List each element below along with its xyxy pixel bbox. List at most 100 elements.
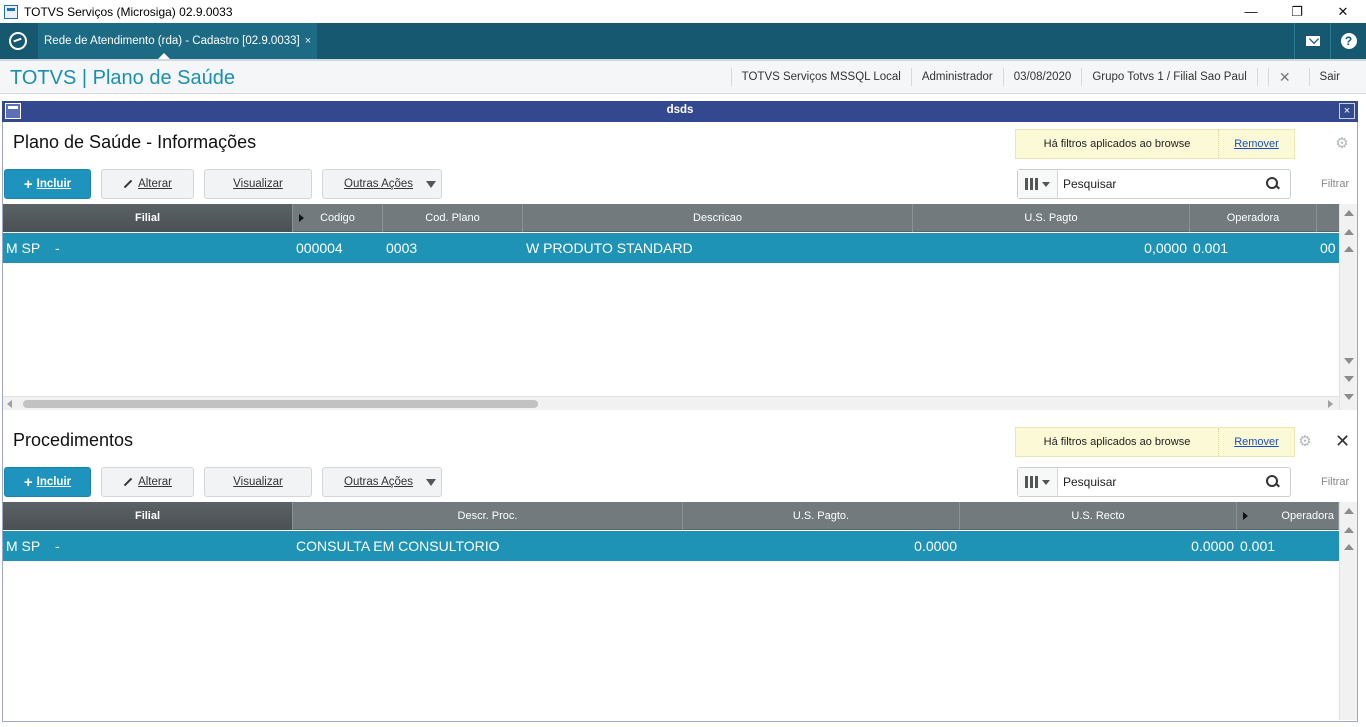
chevron-down-icon — [426, 180, 436, 188]
cell-sep: - — [55, 240, 60, 256]
scroll-bottom-icon[interactable] — [1344, 394, 1354, 400]
scroll-up-icon[interactable] — [1344, 544, 1354, 550]
visualizar-button[interactable]: Visualizar — [204, 169, 312, 199]
tab-rede-atendimento[interactable]: Rede de Atendimento (rda) - Cadastro [02… — [38, 23, 318, 59]
server-info: TOTVS Serviços MSSQL Local — [730, 68, 911, 86]
search-input[interactable]: Pesquisar — [1058, 475, 1266, 489]
scroll-thumb[interactable] — [23, 400, 538, 408]
dialog-close-button[interactable]: × — [1339, 103, 1355, 119]
filter-notice-text: Há filtros aplicados ao browse — [1016, 130, 1219, 158]
columns-icon — [1025, 476, 1038, 488]
exit-label: Sair — [1308, 68, 1350, 86]
outras-acoes-dropdown[interactable]: Outras Ações — [322, 169, 442, 199]
filter-notice-text: Há filtros aplicados ao browse — [1016, 428, 1219, 456]
close-panel-icon[interactable]: ✕ — [1335, 432, 1350, 450]
col-us-pagto[interactable]: U.S. Pagto — [913, 204, 1190, 232]
cell-extra: 00 — [1320, 240, 1336, 256]
browse1-vertical-scrollbar[interactable] — [1339, 204, 1357, 410]
scroll-top-icon[interactable] — [1344, 210, 1354, 216]
col-overflow[interactable] — [1317, 204, 1339, 232]
scroll-page-down-icon[interactable] — [1344, 376, 1354, 382]
search-input[interactable]: Pesquisar — [1058, 177, 1266, 191]
filtrar-link[interactable]: Filtrar — [1321, 476, 1349, 488]
search-icon[interactable] — [1266, 177, 1280, 191]
browse2-vertical-scrollbar[interactable] — [1339, 502, 1357, 720]
totvs-logo-icon[interactable] — [9, 32, 27, 50]
minimize-button[interactable]: — — [1228, 0, 1274, 23]
window-title: TOTVS Serviços (Microsiga) 02.9.0033 — [24, 4, 233, 19]
company-info: Grupo Totvs 1 / Filial Sao Paul — [1081, 68, 1256, 86]
scroll-right-icon[interactable] — [1328, 400, 1333, 408]
browse1-title: Plano de Saúde - Informações — [13, 132, 257, 152]
remove-filter-link[interactable]: Remover — [1219, 436, 1294, 448]
pencil-icon — [123, 477, 133, 487]
brand-title: TOTVS | Plano de Saúde — [10, 67, 235, 89]
cell-filial: M SP — [6, 240, 41, 256]
help-button[interactable]: ? — [1330, 23, 1366, 59]
search-icon[interactable] — [1266, 475, 1280, 489]
visualizar-label: Visualizar — [233, 178, 283, 190]
visualizar-button[interactable]: Visualizar — [204, 467, 312, 497]
incluir-button[interactable]: + Incluir — [4, 467, 91, 497]
close-icon: ✕ — [1267, 68, 1301, 86]
alterar-button[interactable]: Alterar — [101, 169, 194, 199]
cell-operadora: 0.001 — [1193, 240, 1229, 256]
column-marker-icon — [299, 214, 304, 222]
chevron-down-icon — [1042, 181, 1050, 187]
cell-operadora: 0.001 — [1240, 538, 1276, 554]
pencil-icon — [123, 179, 133, 189]
col-descr-proc[interactable]: Descr. Proc. — [293, 502, 683, 530]
close-window-button[interactable]: ✕ — [1320, 0, 1366, 23]
dialog-content: Plano de Saúde - Informações Há filtros … — [2, 122, 1358, 722]
dialog-title: dsds — [666, 104, 694, 116]
cell-cod-plano: 0003 — [386, 240, 418, 256]
col-us-recto[interactable]: U.S. Recto — [960, 502, 1237, 530]
table-row[interactable]: M SP - 000004 0003 W PRODUTO STANDARD 0,… — [3, 233, 1339, 263]
filtrar-link[interactable]: Filtrar — [1321, 178, 1349, 190]
settings-gear-icon[interactable]: ⚙ — [1335, 136, 1349, 151]
cell-descricao: W PRODUTO STANDARD — [526, 240, 693, 256]
col-cod-plano[interactable]: Cod. Plano — [383, 204, 523, 232]
tab-close-icon[interactable]: × — [305, 35, 311, 47]
settings-gear-icon[interactable]: ⚙ — [1298, 434, 1312, 449]
mail-button[interactable] — [1294, 23, 1330, 59]
outras-acoes-dropdown[interactable]: Outras Ações — [322, 467, 442, 497]
alterar-button[interactable]: Alterar — [101, 467, 194, 497]
browse1-horizontal-scrollbar[interactable] — [3, 396, 1339, 410]
table-row[interactable]: M SP - CONSULTA EM CONSULTORIO 0.0000 0.… — [3, 531, 1339, 561]
restore-button[interactable]: ❐ — [1274, 0, 1320, 23]
browse1-filter-notice: Há filtros aplicados ao browse Remover — [1015, 129, 1295, 159]
column-marker-icon — [1243, 512, 1248, 520]
exit-button[interactable]: ✕ Sair — [1256, 68, 1366, 86]
col-descricao[interactable]: Descricao — [523, 204, 913, 232]
help-icon: ? — [1340, 33, 1357, 49]
cell-us-pagto: 0.0000 — [914, 538, 957, 554]
scroll-page-up-icon[interactable] — [1344, 527, 1354, 533]
col-operadora[interactable]: Operadora — [1190, 204, 1317, 232]
outras-acoes-label: Outras Ações — [344, 476, 414, 488]
incluir-button[interactable]: + Incluir — [4, 169, 91, 199]
alterar-label: Alterar — [138, 178, 172, 190]
scroll-left-icon[interactable] — [7, 400, 12, 408]
col-operadora[interactable]: Operadora — [1237, 502, 1339, 530]
scroll-down-icon[interactable] — [1344, 358, 1354, 364]
col-us-pagto[interactable]: U.S. Pagto. — [683, 502, 960, 530]
col-codigo-label: Codigo — [320, 212, 355, 224]
scroll-page-up-icon[interactable] — [1344, 229, 1354, 235]
remove-filter-link[interactable]: Remover — [1219, 138, 1294, 150]
col-filial[interactable]: Filial — [3, 502, 293, 530]
scroll-up-icon[interactable] — [1344, 246, 1354, 252]
column-selector[interactable] — [1018, 170, 1058, 198]
cell-descr-proc: CONSULTA EM CONSULTORIO — [296, 538, 500, 554]
mail-icon — [1305, 36, 1320, 46]
scroll-top-icon[interactable] — [1344, 508, 1354, 514]
column-selector[interactable] — [1018, 468, 1058, 496]
col-codigo[interactable]: Codigo — [293, 204, 383, 232]
cell-us-pagto: 0,0000 — [1144, 240, 1187, 256]
plus-icon: + — [23, 473, 33, 491]
col-filial[interactable]: Filial — [3, 204, 293, 232]
grid-header: Filial Descr. Proc. U.S. Pagto. U.S. Rec… — [3, 502, 1339, 530]
window-controls: — ❐ ✕ — [1228, 0, 1366, 23]
alterar-label: Alterar — [138, 476, 172, 488]
incluir-label: Incluir — [36, 178, 72, 190]
